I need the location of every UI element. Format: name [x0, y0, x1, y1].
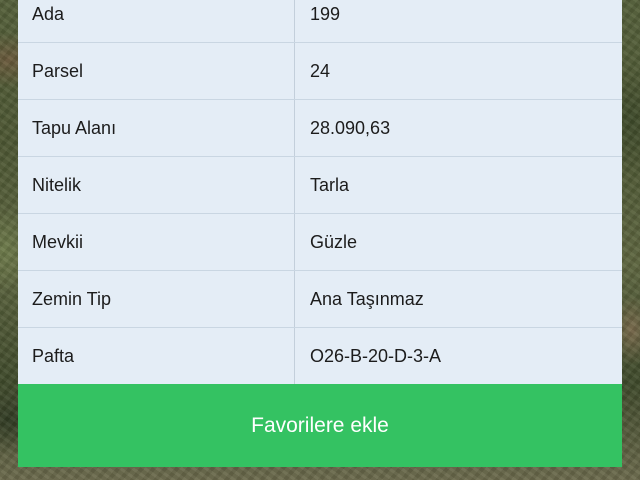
row-label: Tapu Alanı: [18, 100, 295, 156]
property-details-panel: Ada 199 Parsel 24 Tapu Alanı 28.090,63 N…: [18, 0, 622, 385]
row-value: Tarla: [310, 174, 350, 195]
add-to-favorites-button[interactable]: Favorilere ekle: [18, 384, 622, 467]
row-value: Güzle: [310, 231, 358, 252]
row-label: Pafta: [18, 328, 295, 384]
row-label: Parsel: [18, 43, 295, 99]
row-label: Mevkii: [18, 214, 295, 270]
table-row-pafta: Pafta O26-B-20-D-3-A: [18, 328, 622, 385]
row-label: Zemin Tip: [18, 271, 295, 327]
row-value: Ana Taşınmaz: [310, 288, 424, 309]
table-row-nitelik: Nitelik Tarla: [18, 157, 622, 214]
table-row-ada: Ada 199: [18, 0, 622, 43]
row-value: 24: [310, 60, 331, 81]
table-row-zemin-tip: Zemin Tip Ana Taşınmaz: [18, 271, 622, 328]
row-value: O26-B-20-D-3-A: [310, 345, 442, 366]
property-details-table: Ada 199 Parsel 24 Tapu Alanı 28.090,63 N…: [18, 0, 622, 385]
row-value: 199: [310, 3, 341, 24]
table-row-parsel: Parsel 24: [18, 43, 622, 100]
table-row-mevkii: Mevkii Güzle: [18, 214, 622, 271]
row-label: Nitelik: [18, 157, 295, 213]
row-label: Ada: [18, 0, 295, 42]
row-value: 28.090,63: [310, 117, 391, 138]
table-row-tapu-alani: Tapu Alanı 28.090,63: [18, 100, 622, 157]
